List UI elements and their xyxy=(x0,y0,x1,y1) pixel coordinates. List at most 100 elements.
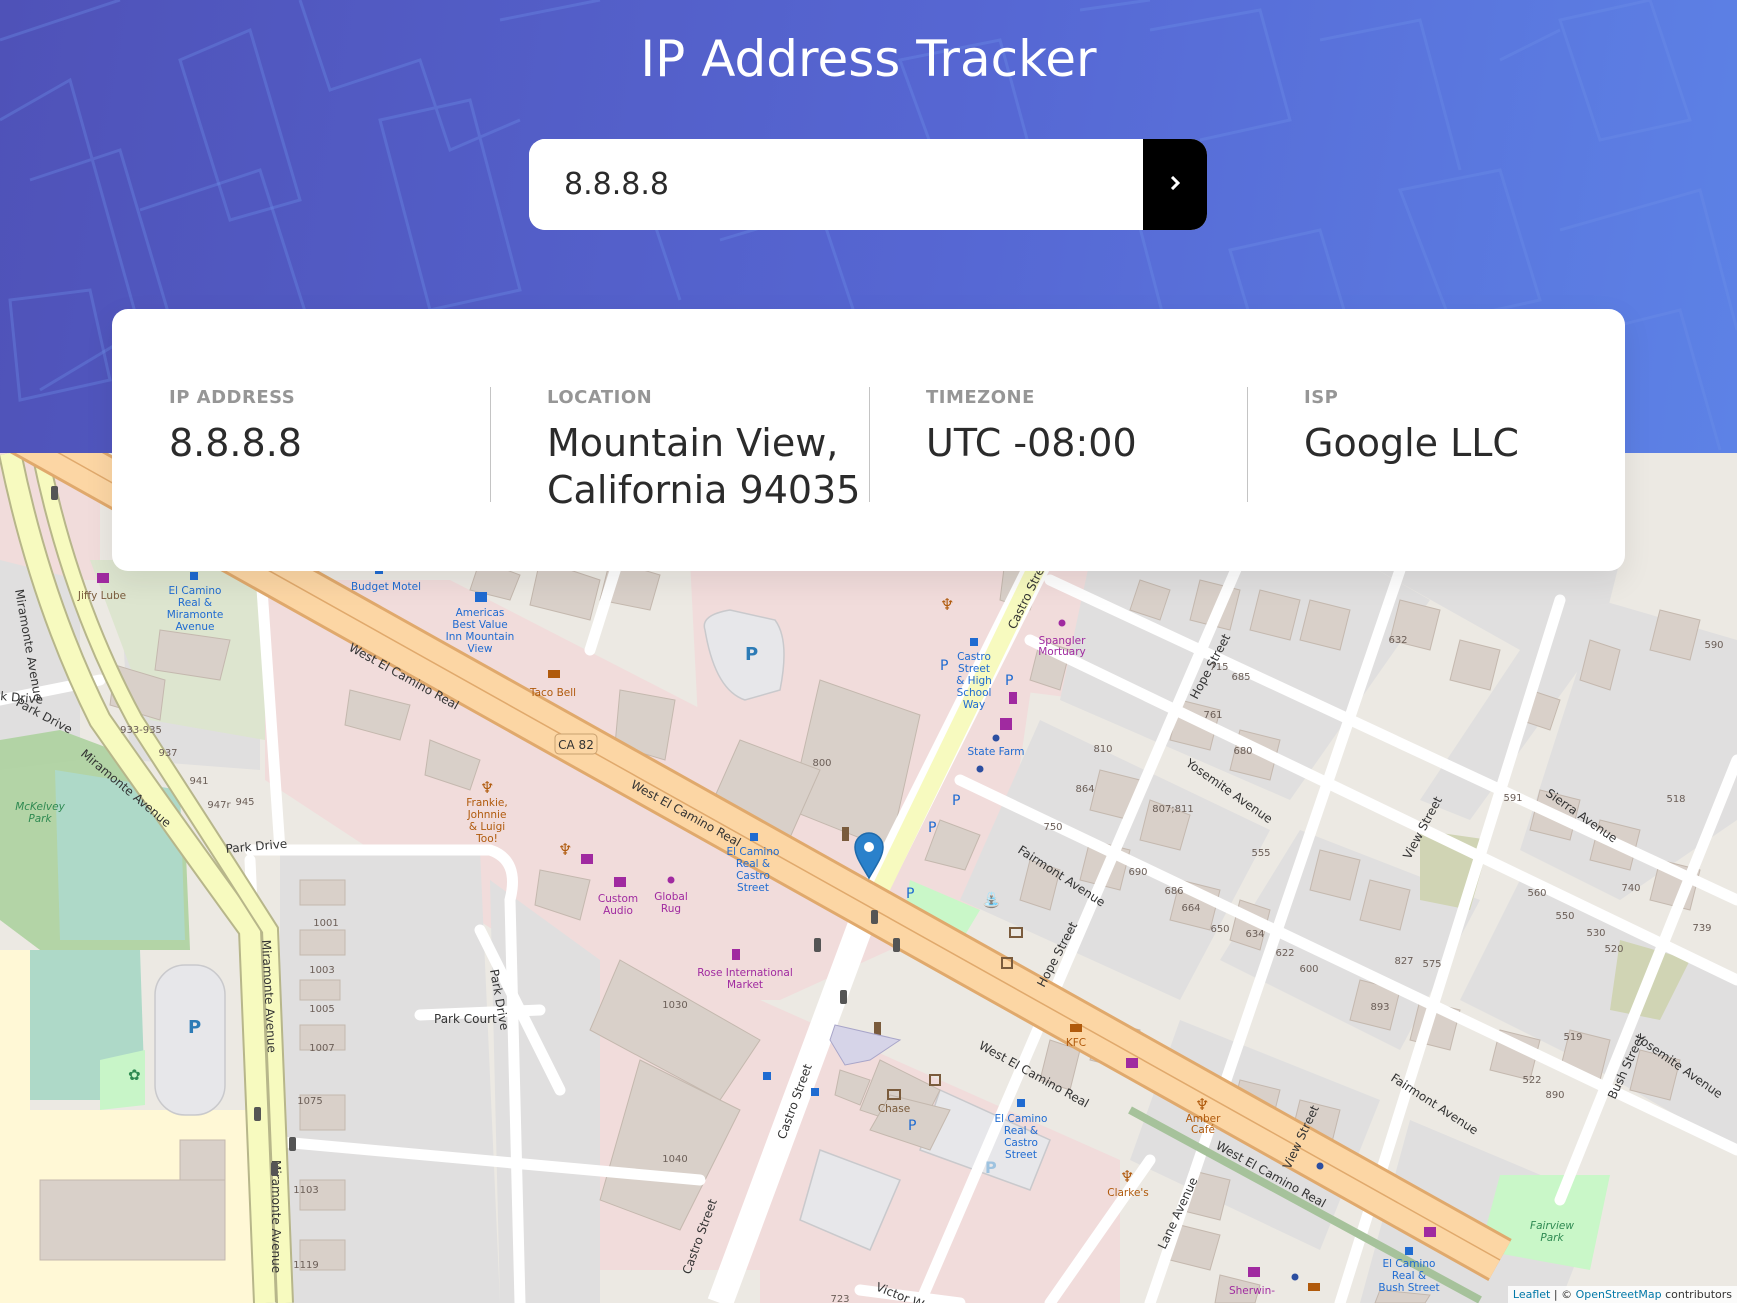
chevron-right-icon xyxy=(1170,175,1181,193)
openstreetmap-link[interactable]: OpenStreetMap xyxy=(1576,1288,1662,1301)
poi-label: Global xyxy=(654,891,688,903)
car-icon xyxy=(97,573,109,583)
info-label: IP ADDRESS xyxy=(169,387,296,408)
house-number: 933-935 xyxy=(120,725,162,736)
search-submit-button[interactable] xyxy=(1143,139,1207,230)
ip-info-card: IP ADDRESS 8.8.8.8 LOCATION Mountain Vie… xyxy=(112,309,1625,571)
house-number: 739 xyxy=(1692,923,1711,934)
car-icon xyxy=(1126,1058,1138,1068)
poi-label: Inn Mountain xyxy=(446,631,515,643)
monument-icon xyxy=(842,827,849,841)
bicycle-parking-icon: P xyxy=(906,886,914,902)
house-number: 550 xyxy=(1555,911,1574,922)
house-number: 1103 xyxy=(293,1185,318,1196)
house-number: 519 xyxy=(1563,1032,1582,1043)
traffic-signal-icon xyxy=(840,990,847,1004)
restaurant-icon: ♆ xyxy=(1195,1095,1209,1114)
poi-label: Castro xyxy=(1004,1137,1038,1149)
traffic-signal-icon xyxy=(814,938,821,952)
house-number: 945 xyxy=(235,797,254,808)
ip-search-form xyxy=(529,139,1207,230)
house-number: 810 xyxy=(1093,744,1112,755)
house-number: 893 xyxy=(1370,1002,1389,1013)
poi-dot-icon xyxy=(1316,1162,1324,1170)
poi-label: Miramonte xyxy=(167,609,224,621)
poi-label: Avenue xyxy=(175,621,214,633)
poi-label: Frankie, xyxy=(466,797,507,809)
poi-label: Best Value xyxy=(452,619,507,631)
traffic-signal-icon xyxy=(51,486,58,500)
house-number: 680 xyxy=(1233,746,1252,757)
poi-label: Clarke's xyxy=(1107,1187,1149,1199)
poi-label: & Luigi xyxy=(469,821,505,833)
house-number: 890 xyxy=(1545,1090,1564,1101)
car-icon xyxy=(581,854,593,864)
bicycle-parking-icon: P xyxy=(940,658,948,674)
poi-label: Real & xyxy=(1004,1125,1038,1137)
map-view[interactable]: West El Camino Real West El Camino Real … xyxy=(0,453,1737,1303)
info-divider xyxy=(869,387,870,502)
bus-stop-icon xyxy=(190,572,198,580)
traffic-signal-icon xyxy=(289,1137,296,1151)
poi-label: Castro xyxy=(736,870,770,882)
house-number: 634 xyxy=(1245,929,1264,940)
leaflet-link[interactable]: Leaflet xyxy=(1513,1288,1550,1301)
restaurant-icon: ♆ xyxy=(558,840,572,859)
bicycle-parking-icon: P xyxy=(1005,673,1013,689)
poi-label: Real & xyxy=(178,597,212,609)
poi-label: Café xyxy=(1191,1124,1215,1136)
poi-label: View xyxy=(468,643,493,655)
info-location: LOCATION Mountain View, California 94035 xyxy=(547,387,865,514)
house-number: 937 xyxy=(158,748,177,759)
poi-label: El Camino xyxy=(727,846,780,858)
bus-stop-icon xyxy=(1405,1247,1413,1255)
poi-label: El Camino xyxy=(169,585,222,597)
bus-stop-icon xyxy=(1017,1099,1025,1107)
shop-icon xyxy=(1248,1267,1260,1277)
house-number: 800 xyxy=(812,758,831,769)
info-divider xyxy=(490,387,491,502)
shop-icon xyxy=(614,877,626,887)
poi-dot-icon xyxy=(992,734,1000,742)
bus-stop-icon xyxy=(750,833,758,841)
house-number: 522 xyxy=(1522,1075,1541,1086)
restaurant-icon: ♆ xyxy=(480,778,494,797)
info-value: 8.8.8.8 xyxy=(169,421,302,465)
attribution-suffix: contributors xyxy=(1661,1288,1732,1301)
house-number: 750 xyxy=(1043,822,1062,833)
house-number: 740 xyxy=(1621,883,1640,894)
poi-label: Way xyxy=(963,699,985,711)
place-of-worship-icon xyxy=(1009,692,1017,704)
info-label: TIMEZONE xyxy=(926,387,1035,408)
bus-stop-icon xyxy=(811,1088,819,1096)
fast-food-icon xyxy=(1070,1024,1082,1032)
poi-label: El Camino xyxy=(995,1113,1048,1125)
poi-label: State Farm xyxy=(967,746,1024,758)
house-number: 807;811 xyxy=(1152,804,1194,815)
house-number: 650 xyxy=(1210,924,1229,935)
hotel-icon xyxy=(475,592,487,602)
house-number: 518 xyxy=(1666,794,1685,805)
bus-stop-icon xyxy=(763,1072,771,1080)
poi-label: Audio xyxy=(603,905,633,917)
house-number: 723 xyxy=(830,1294,849,1303)
shop-icon xyxy=(732,949,740,960)
house-number: 1030 xyxy=(662,1000,687,1011)
poi-label: Castro xyxy=(957,651,991,663)
fast-food-icon xyxy=(548,670,560,678)
poi-label: Street xyxy=(1005,1149,1037,1161)
info-value: Mountain View, California 94035 xyxy=(547,421,861,512)
park-label: Park xyxy=(1540,1232,1564,1244)
house-number: 686 xyxy=(1164,886,1183,897)
poi-label: Real & xyxy=(1392,1270,1426,1282)
ip-search-input[interactable] xyxy=(529,139,1143,230)
traffic-signal-icon xyxy=(254,1107,261,1121)
poi-label: Sherwin- xyxy=(1229,1285,1275,1297)
restaurant-icon: ♆ xyxy=(1120,1167,1134,1186)
house-number: 664 xyxy=(1181,903,1200,914)
traffic-signal-icon xyxy=(893,938,900,952)
poi-label: Rug xyxy=(661,903,681,915)
poi-label: Johnnie xyxy=(467,809,507,821)
map-tiles[interactable]: West El Camino Real West El Camino Real … xyxy=(0,453,1737,1303)
house-number: 1003 xyxy=(309,965,334,976)
